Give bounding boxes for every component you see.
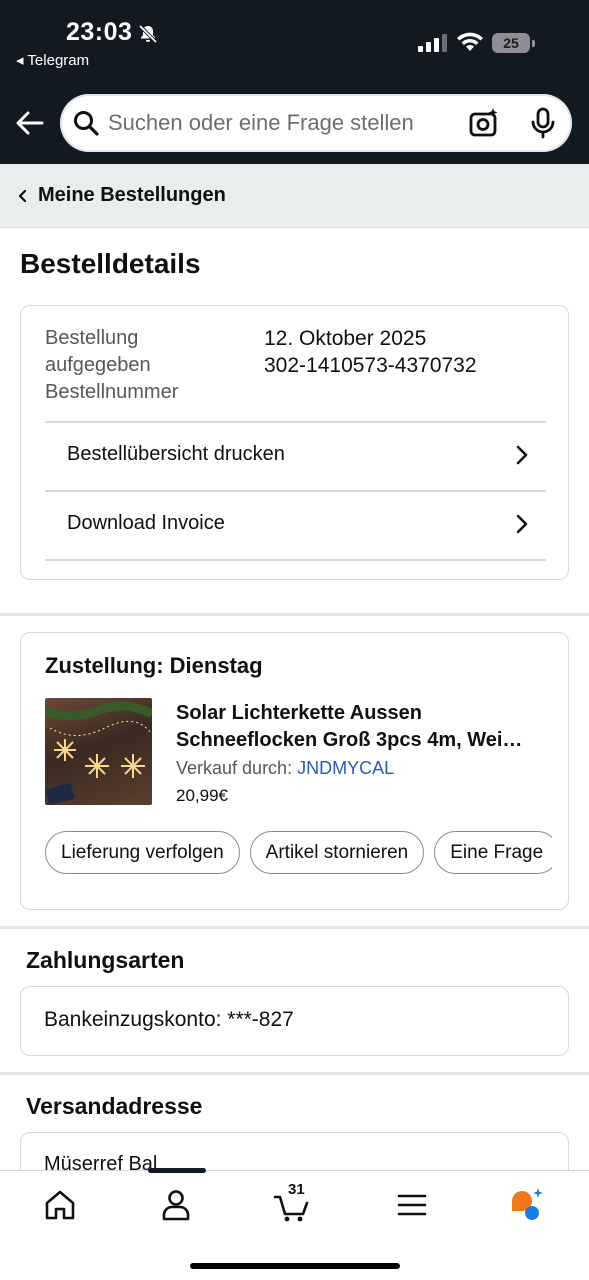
account-icon[interactable]: [156, 1185, 196, 1225]
bell-muted-icon: [138, 24, 158, 44]
home-indicator: [190, 1263, 400, 1269]
sold-by: Verkauf durch: JNDMYCAL: [176, 758, 395, 778]
status-time: 23:03: [66, 18, 133, 46]
active-tab-indicator: [148, 1168, 206, 1173]
search-bar[interactable]: [60, 94, 572, 152]
home-icon[interactable]: [40, 1185, 80, 1225]
section-separator: [0, 1072, 589, 1075]
top-header: 23:03 ◂ Telegram 25: [0, 0, 589, 164]
cancel-item-button[interactable]: Artikel stornieren: [249, 831, 425, 874]
payment-title: Zahlungsarten: [26, 947, 185, 973]
payment-card: Bankeinzugskonto: ***-827: [20, 986, 569, 1056]
back-to-app-link[interactable]: ◂ Telegram: [16, 51, 89, 69]
order-date: 12. Oktober 2025: [264, 327, 427, 350]
product-price: 20,99€: [176, 786, 228, 805]
battery-icon: 25: [492, 33, 536, 53]
menu-icon[interactable]: [392, 1185, 432, 1225]
delivery-actions: Lieferung verfolgen Artikel stornieren Ein…: [45, 831, 552, 875]
breadcrumb[interactable]: Meine Bestellungen: [0, 164, 589, 228]
product-title[interactable]: Solar Lichterkette Aussen Schneeflocken …: [176, 700, 546, 754]
camera-search-icon[interactable]: [468, 107, 500, 139]
download-invoice-link[interactable]: Download Invoice: [45, 491, 546, 559]
delivery-card: Zustellung: Dienstag Solar Lichterkette …: [20, 632, 569, 910]
delivery-title: Zustellung: Dienstag: [45, 653, 263, 678]
seller-link[interactable]: JNDMYCAL: [297, 758, 394, 778]
chevron-right-icon: [516, 514, 528, 534]
download-invoice-label: Download Invoice: [67, 512, 225, 534]
snowflake-lights-picture: [45, 701, 152, 805]
ask-question-button[interactable]: Eine Frage: [434, 831, 552, 874]
rufus-assistant-icon[interactable]: [506, 1185, 546, 1225]
divider: [45, 559, 546, 561]
chevron-left-icon: [18, 189, 27, 203]
bottom-nav: 31: [0, 1168, 589, 1280]
order-info-card: Bestellung aufgegeben Bestellnummer 12. …: [20, 305, 569, 580]
order-placed-label-2: aufgegeben: [45, 354, 151, 376]
search-icon: [74, 111, 99, 136]
order-number-label: Bestellnummer: [45, 381, 179, 403]
shipping-title: Versandadresse: [26, 1093, 203, 1119]
order-placed-label: Bestellung: [45, 327, 139, 349]
print-order-summary-label: Bestellübersicht drucken: [67, 443, 285, 465]
section-separator: [0, 926, 589, 929]
product-image[interactable]: [45, 698, 152, 805]
microphone-icon[interactable]: [530, 107, 556, 139]
breadcrumb-label: Meine Bestellungen: [38, 184, 226, 206]
search-input[interactable]: [108, 94, 448, 152]
cellular-signal-icon: [418, 34, 447, 52]
page-title: Bestelldetails: [20, 248, 201, 279]
payment-method: Bankeinzugskonto: ***-827: [44, 1008, 294, 1031]
order-number: 302-1410573-4370732: [264, 354, 477, 377]
battery-level: 25: [492, 33, 530, 53]
back-arrow-icon[interactable]: [14, 108, 46, 138]
section-separator: [0, 613, 589, 616]
print-order-summary-link[interactable]: Bestellübersicht drucken: [45, 422, 546, 490]
chevron-right-icon: [516, 445, 528, 465]
cart-icon[interactable]: [272, 1185, 312, 1225]
track-delivery-button[interactable]: Lieferung verfolgen: [45, 831, 240, 874]
wifi-icon: [457, 32, 483, 51]
